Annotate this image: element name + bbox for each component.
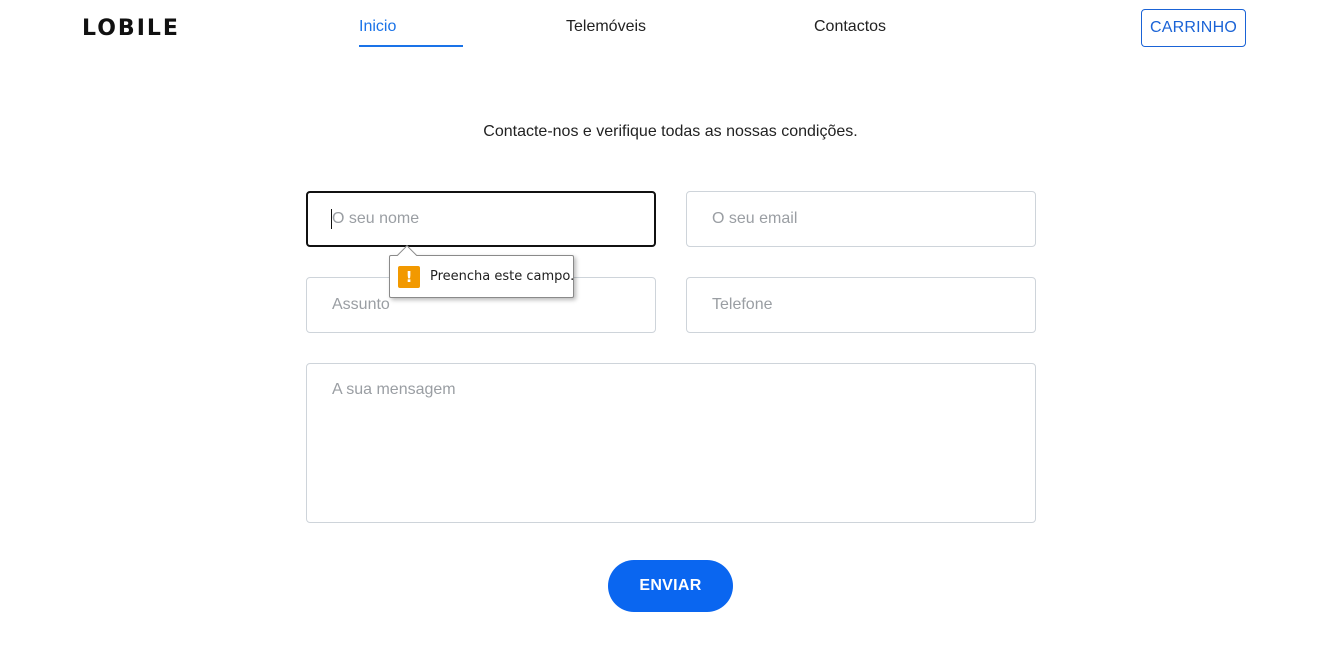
text-caret xyxy=(331,209,332,229)
message-textarea[interactable] xyxy=(306,363,1036,523)
validation-message: Preencha este campo. xyxy=(430,269,575,284)
contact-page: LOBILE Inicio Telemóveis Contactos CARRI… xyxy=(0,0,1341,657)
nav-link-telemoveis[interactable]: Telemóveis xyxy=(566,17,646,37)
email-input[interactable] xyxy=(686,191,1036,247)
nav-active-indicator xyxy=(359,45,463,47)
nav-link-contactos[interactable]: Contactos xyxy=(814,17,886,37)
validation-tooltip: ! Preencha este campo. xyxy=(389,245,575,298)
site-logo[interactable]: LOBILE xyxy=(82,17,180,41)
phone-input[interactable] xyxy=(686,277,1036,333)
cart-button[interactable]: CARRINHO xyxy=(1141,9,1246,47)
name-input[interactable] xyxy=(306,191,656,247)
contact-intro-text: Contacte-nos e verifique todas as nossas… xyxy=(483,123,858,140)
submit-button[interactable]: ENVIAR xyxy=(608,560,733,612)
tooltip-arrow xyxy=(397,245,417,265)
warning-icon: ! xyxy=(398,265,420,288)
nav-link-inicio[interactable]: Inicio xyxy=(359,17,396,37)
